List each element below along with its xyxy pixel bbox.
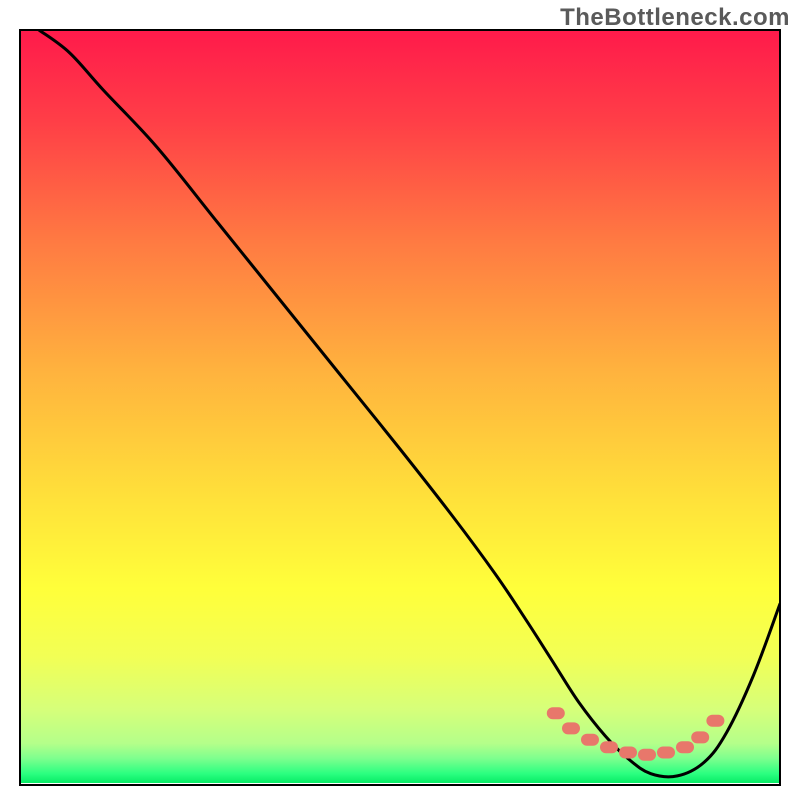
marker-dot xyxy=(657,747,675,759)
marker-dot xyxy=(600,741,618,753)
marker-dot xyxy=(562,722,580,734)
marker-dot xyxy=(676,741,694,753)
chart-canvas xyxy=(0,0,800,800)
marker-dot xyxy=(706,715,724,727)
marker-dot xyxy=(547,707,565,719)
marker-dot xyxy=(691,731,709,743)
watermark-text: TheBottleneck.com xyxy=(560,4,790,32)
gradient-panel xyxy=(20,30,780,785)
chart-frame: TheBottleneck.com xyxy=(0,0,800,800)
marker-dot xyxy=(638,749,656,761)
marker-dot xyxy=(619,747,637,759)
marker-dot xyxy=(581,734,599,746)
